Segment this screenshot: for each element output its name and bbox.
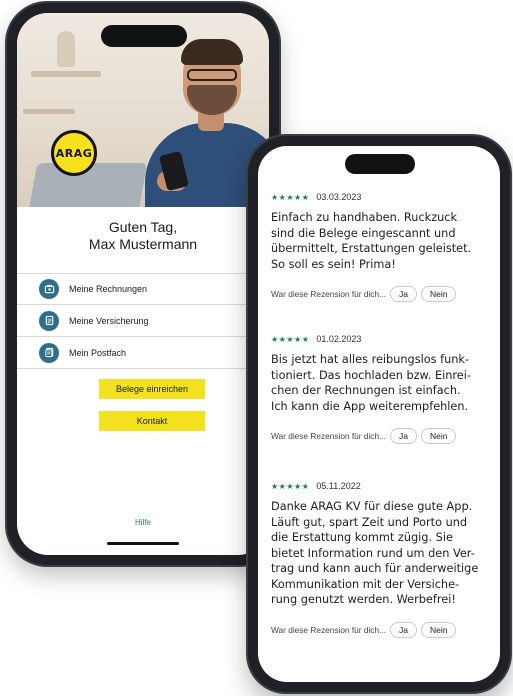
menu-item-versicherung[interactable]: Meine Versicherung bbox=[17, 305, 269, 337]
star-rating: ★★★★★ bbox=[271, 334, 310, 344]
menu-label: Meine Rechnungen bbox=[69, 284, 148, 294]
no-button[interactable]: Nein bbox=[420, 428, 457, 444]
main-menu: Meine Rechnungen Meine Versicherung Mein… bbox=[17, 273, 269, 369]
reviews-screen: ★★★★★ 03.03.2023 Einfach zu handhaben. R… bbox=[258, 146, 500, 682]
yes-button[interactable]: Ja bbox=[389, 621, 417, 638]
menu-item-postfach[interactable]: Mein Postfach bbox=[17, 337, 269, 369]
review-date: 05.11.2022 bbox=[316, 481, 361, 491]
user-name: Max Mustermann bbox=[88, 236, 198, 252]
app-home-screen: ARAG Guten Tag, Max Mustermann Meine Rec… bbox=[17, 13, 269, 555]
helpful-question: War diese Rezension für dich... bbox=[271, 431, 386, 441]
review-card: ★★★★★ 03.03.2023 Einfach zu handhaben. R… bbox=[271, 192, 489, 302]
review-date: 03.03.2023 bbox=[316, 192, 362, 202]
home-indicator[interactable] bbox=[107, 542, 179, 545]
greeting-line-1: Guten Tag, bbox=[108, 219, 178, 235]
menu-label: Meine Versicherung bbox=[69, 315, 149, 326]
greeting: Guten Tag, Max Mustermann bbox=[17, 219, 269, 253]
no-button[interactable]: Nein bbox=[420, 621, 457, 638]
menu-label: Mein Postfach bbox=[69, 347, 127, 358]
helpful-question: War diese Rezension für dich... bbox=[271, 624, 386, 635]
phone-app-home: ARAG Guten Tag, Max Mustermann Meine Rec… bbox=[7, 3, 279, 565]
review-date: 01.02.2023 bbox=[316, 334, 362, 344]
helpful-feedback: War diese Rezension für dich... Ja Nein bbox=[271, 621, 489, 638]
arag-logo: ARAG bbox=[51, 130, 97, 176]
contact-button[interactable]: Kontakt bbox=[99, 411, 205, 431]
dynamic-island bbox=[345, 154, 415, 174]
review-text: Danke ARAG KV für diese gute App. Läuft … bbox=[271, 500, 479, 606]
review-card: ★★★★★ 01.02.2023 Bis jetzt hat alles rei… bbox=[271, 334, 489, 444]
menu-item-rechnungen[interactable]: Meine Rechnungen bbox=[17, 273, 269, 305]
no-button[interactable]: Nein bbox=[420, 286, 457, 302]
helpful-question: War diese Rezension für dich... bbox=[271, 289, 386, 299]
star-rating: ★★★★★ bbox=[271, 481, 310, 491]
yes-button[interactable]: Ja bbox=[389, 428, 417, 444]
review-card: ★★★★★ 05.11.2022 Danke ARAG KV für diese… bbox=[271, 481, 489, 638]
star-rating: ★★★★★ bbox=[271, 192, 310, 202]
logo-text: ARAG bbox=[55, 146, 93, 160]
yes-button[interactable]: Ja bbox=[389, 286, 417, 302]
review-text: Bis jetzt hat alles reibungslos funk- ti… bbox=[271, 353, 471, 413]
review-text: Einfach zu handhaben. Ruckzuck sind die … bbox=[271, 211, 472, 271]
phone-reviews: ★★★★★ 03.03.2023 Einfach zu handhaben. R… bbox=[248, 136, 510, 692]
invoice-icon bbox=[39, 279, 59, 299]
helpful-feedback: War diese Rezension für dich... Ja Nein bbox=[271, 428, 489, 444]
helpful-feedback: War diese Rezension für dich... Ja Nein bbox=[271, 286, 489, 302]
dynamic-island bbox=[101, 25, 187, 47]
policy-icon bbox=[39, 310, 59, 331]
mailbox-icon bbox=[39, 342, 59, 363]
help-link[interactable]: Hilfe bbox=[17, 518, 269, 527]
submit-receipts-button[interactable]: Belege einreichen bbox=[99, 379, 205, 399]
